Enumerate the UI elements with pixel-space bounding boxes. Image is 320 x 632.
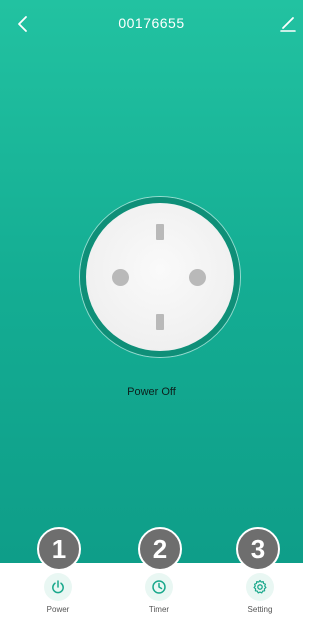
nav-timer-button[interactable]: Timer — [119, 563, 199, 632]
clock-icon — [152, 580, 166, 594]
pencil-icon[interactable] — [279, 14, 297, 32]
callout-badge-3: 3 — [236, 527, 280, 571]
socket-pin-right — [189, 269, 206, 286]
callout-badge-1: 1 — [37, 527, 81, 571]
callout-badge-2: 2 — [138, 527, 182, 571]
power-icon-circle — [44, 573, 72, 601]
nav-power-button[interactable]: Power — [18, 563, 98, 632]
nav-setting-label: Setting — [247, 605, 273, 614]
nav-setting-button[interactable]: Setting — [220, 563, 300, 632]
header: 00176655 — [0, 0, 303, 48]
nav-timer-label: Timer — [148, 605, 170, 614]
gear-icon — [253, 579, 267, 594]
power-status-text: Power Off — [127, 386, 176, 398]
socket-slot-top — [156, 224, 164, 240]
setting-icon-circle — [246, 573, 274, 601]
timer-icon-circle — [145, 573, 173, 601]
nav-power-label: Power — [46, 605, 70, 614]
power-icon — [52, 580, 64, 594]
socket-pin-left — [112, 269, 129, 286]
socket-slot-bottom — [156, 314, 164, 330]
device-title: 00176655 — [118, 15, 185, 31]
